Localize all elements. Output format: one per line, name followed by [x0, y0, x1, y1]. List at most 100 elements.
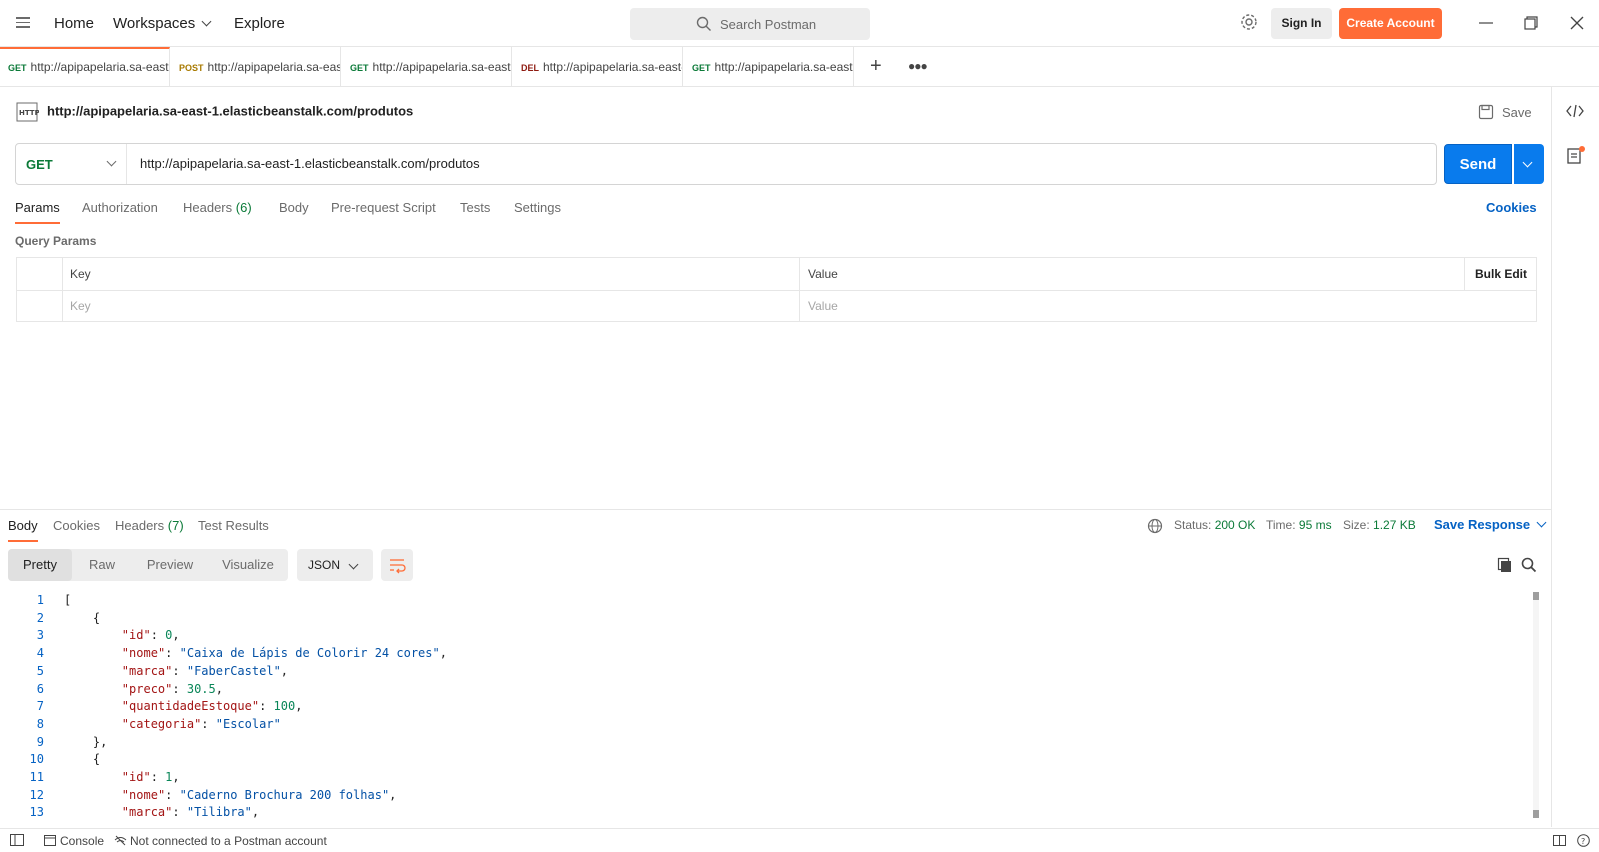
view-raw[interactable]: Raw	[76, 549, 128, 581]
json-string-value: Caderno Brochura 200 folhas	[186, 787, 382, 802]
help-icon[interactable]: ?	[1577, 834, 1590, 847]
minimize-icon[interactable]	[1477, 14, 1495, 32]
request-tab[interactable]: GEThttp://apipapelaria.sa-east-1.elastic…	[0, 47, 170, 87]
view-visualize[interactable]: Visualize	[210, 549, 286, 581]
tab-response-cookies[interactable]: Cookies	[53, 518, 100, 533]
code-quote: "	[186, 805, 195, 818]
tab-headers[interactable]: Headers (6)	[183, 200, 252, 215]
json-key: marca	[129, 805, 166, 818]
code-quote: "	[273, 663, 281, 678]
key-input[interactable]: Key	[70, 299, 91, 313]
globe-icon[interactable]	[1147, 518, 1163, 534]
code-icon[interactable]	[1566, 103, 1584, 119]
search-icon	[696, 16, 711, 31]
status: Status: 200 OK	[1174, 518, 1255, 532]
tab-authorization[interactable]: Authorization	[82, 200, 158, 215]
code-line: 11 "id": 1,	[0, 768, 180, 786]
menu-icon[interactable]	[16, 17, 30, 29]
code-line: 4 "nome": "Caixa de Lápis de Colorir 24 …	[0, 644, 447, 662]
code-colon: :	[201, 716, 216, 731]
restore-icon[interactable]	[1522, 14, 1540, 32]
json-string-value: Tilibra	[194, 805, 245, 818]
http-icon: HTTP	[16, 102, 39, 122]
code-colon: :	[150, 770, 166, 784]
save-button[interactable]: Save	[1478, 104, 1532, 120]
code-colon: :	[172, 805, 187, 818]
documentation-icon[interactable]	[1566, 145, 1586, 165]
close-icon[interactable]	[1568, 14, 1586, 32]
connection-status[interactable]: Not connected to a Postman account	[114, 834, 327, 848]
request-tab[interactable]: DEL http://apipapelaria.sa-east-1.elastic…	[513, 47, 683, 87]
cookies-link[interactable]: Cookies	[1486, 200, 1537, 215]
line-number: 7	[36, 699, 44, 714]
save-response-button[interactable]: Save Response	[1434, 517, 1547, 532]
sign-in-button[interactable]: Sign In	[1271, 8, 1332, 39]
code-line: 3 "id": 0,	[0, 626, 180, 644]
wrap-lines-button[interactable]	[381, 549, 413, 581]
layout-icon[interactable]	[1553, 835, 1566, 846]
bulk-edit-button[interactable]: Bulk Edit	[1475, 267, 1527, 281]
request-tab[interactable]: GEThttp://apipapelaria.sa-east-1.elastic…	[342, 47, 512, 87]
tab-response-headers[interactable]: Headers (7)	[115, 518, 184, 533]
tab-body[interactable]: Body	[279, 200, 309, 215]
scroll-up-arrow[interactable]	[1533, 592, 1539, 600]
code-quote: "	[273, 716, 281, 731]
tab-tests[interactable]: Tests	[460, 200, 490, 215]
view-pretty[interactable]: Pretty	[8, 549, 72, 581]
code-line: 5 "marca": "FaberCastel",	[0, 662, 288, 680]
size: Size: 1.27 KB	[1343, 518, 1416, 532]
request-tab[interactable]: POSThttp://apipapelaria.sa-east-1.elasti…	[171, 47, 341, 87]
pane-divider[interactable]	[0, 509, 1551, 510]
nav-workspaces[interactable]: Workspaces	[113, 15, 212, 32]
request-tab[interactable]: GEThttp://apipapelaria.sa-east-1.elastic…	[684, 47, 854, 87]
create-account-button[interactable]: Create Account	[1339, 8, 1442, 39]
view-mode-selector: Pretty Raw Preview Visualize	[8, 549, 288, 581]
tab-settings[interactable]: Settings	[514, 200, 561, 215]
copy-icon[interactable]	[1497, 557, 1513, 573]
new-tab-icon[interactable]: +	[870, 56, 882, 76]
method-select[interactable]: GET	[26, 156, 117, 172]
request-tabs-bar: GEThttp://apipapelaria.sa-east-1.elastic…	[0, 47, 1599, 87]
tab-params[interactable]: Params	[15, 200, 60, 224]
code-punctuation: },	[64, 734, 108, 749]
tab-pre-request-script[interactable]: Pre-request Script	[331, 200, 436, 215]
save-response-label: Save Response	[1434, 517, 1531, 532]
tab-response-body[interactable]: Body	[8, 518, 38, 542]
scroll-down-arrow[interactable]	[1533, 810, 1539, 818]
code-colon: :	[165, 787, 180, 802]
code-line: 2 {	[0, 609, 100, 627]
scrollbar[interactable]	[1533, 592, 1539, 818]
console-label: Console	[60, 834, 105, 848]
code-comma: ,	[280, 663, 289, 678]
url-input[interactable]: http://apipapelaria.sa-east-1.elasticbea…	[140, 156, 480, 171]
line-number: 4	[36, 646, 44, 661]
nav-home[interactable]: Home	[54, 15, 94, 32]
tab-test-results[interactable]: Test Results	[198, 518, 269, 533]
value-input[interactable]: Value	[808, 299, 838, 313]
line-number: 9	[36, 734, 44, 749]
gear-icon[interactable]	[1240, 13, 1258, 31]
view-preview[interactable]: Preview	[134, 549, 206, 581]
send-options-button[interactable]	[1514, 144, 1544, 184]
line-number: 11	[29, 770, 44, 784]
nav-explore[interactable]: Explore	[234, 15, 285, 32]
code-colon: :	[150, 628, 166, 643]
format-select[interactable]: JSON	[297, 549, 373, 581]
right-sidebar	[1551, 87, 1599, 827]
send-button[interactable]: Send	[1444, 144, 1512, 184]
search-bar[interactable]: Search Postman	[630, 8, 870, 40]
search-icon[interactable]	[1521, 557, 1537, 573]
sidebar-toggle-icon[interactable]	[10, 834, 24, 846]
json-key: id	[129, 628, 144, 643]
more-tabs-icon[interactable]: ●●●	[908, 59, 928, 73]
json-key: quantidadeEstoque	[129, 699, 252, 714]
code-line: 6 "preco": 30.5,	[0, 680, 223, 698]
response-body-editor[interactable]: 1[2 {3 "id": 0, 4 "nome": "Caixa de Lápis…	[0, 591, 1530, 818]
code-quote: "	[215, 716, 223, 731]
console-button[interactable]: Console	[44, 834, 104, 848]
tab-headers-label: Headers	[183, 200, 233, 215]
line-number: 8	[36, 716, 44, 731]
